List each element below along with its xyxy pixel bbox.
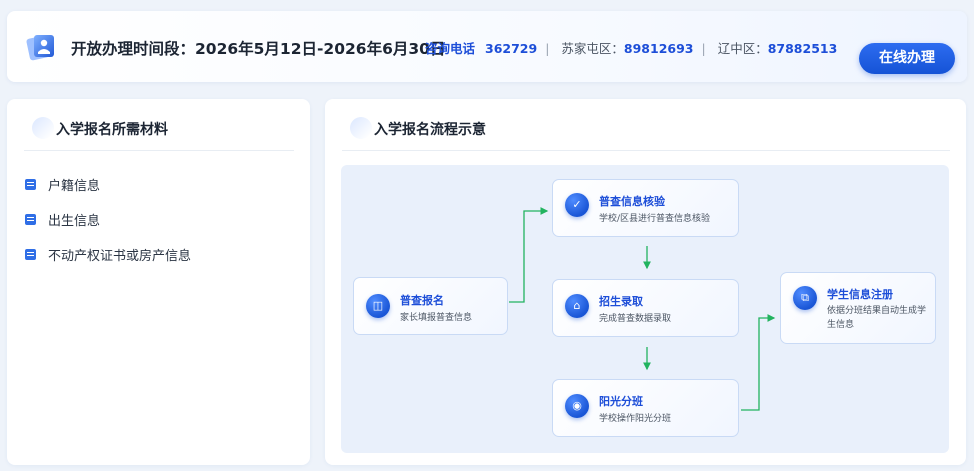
list-item: 户籍信息 [25, 167, 191, 202]
connector-assign-register [741, 314, 776, 411]
hotline-item: 362729 | [485, 41, 550, 56]
section-dot-icon [350, 117, 372, 139]
open-period-title: 开放办理时间段：2026年5月12日-2026年6月30日 [71, 40, 446, 58]
materials-header: 入学报名所需材料 [24, 115, 294, 151]
flow-node-register: ⧉ 学生信息注册 依据分班结果自动生成学生信息 [780, 272, 936, 344]
document-clip-icon [26, 35, 54, 61]
flow-node-signup: ◫ 普查报名 家长填报普查信息 [353, 277, 508, 335]
materials-card: 入学报名所需材料 户籍信息 出生信息 不动产权证书或房产信息 [7, 99, 310, 465]
hotline-label: 咨询电话 [425, 41, 476, 56]
materials-list: 户籍信息 出生信息 不动产权证书或房产信息 [25, 167, 191, 272]
flow-node-assign: ◉ 阳光分班 学校操作阳光分班 [552, 379, 739, 437]
section-dot-icon [32, 117, 54, 139]
group-icon: ◉ [565, 394, 589, 418]
hotline-item: 苏家屯区：89812693 | [561, 41, 706, 56]
list-item: 不动产权证书或房产信息 [25, 237, 191, 272]
hotline-item: 辽中区：87882513| [717, 41, 837, 56]
document-icon [25, 214, 36, 225]
flow-card: 入学报名流程示意 ◫ 普查报名 家长填报普查信息 ✓ 普查信息核验 学校/区县进… [325, 99, 966, 465]
signup-icon: ◫ [366, 294, 390, 318]
hotline-marquee: 咨询电话 362729 | 苏家屯区：89812693 | 辽中区：87882513… [425, 38, 837, 58]
flow-header: 入学报名流程示意 [342, 115, 950, 151]
online-apply-button[interactable]: 在线办理 [859, 43, 955, 74]
document-icon [25, 249, 36, 260]
flow-diagram: ◫ 普查报名 家长填报普查信息 ✓ 普查信息核验 学校/区县进行普查信息核验 ⌂… [341, 165, 949, 453]
flow-node-admit: ⌂ 招生录取 完成普查数据录取 [552, 279, 739, 337]
flow-title: 入学报名流程示意 [374, 122, 486, 138]
flow-node-verify: ✓ 普查信息核验 学校/区县进行普查信息核验 [552, 179, 739, 237]
list-item: 出生信息 [25, 202, 191, 237]
check-icon: ✓ [565, 193, 589, 217]
materials-title: 入学报名所需材料 [56, 122, 168, 138]
document-icon [25, 179, 36, 190]
home-icon: ⌂ [565, 294, 589, 318]
connector-signup-verify [509, 207, 549, 303]
notice-banner: 开放办理时间段：2026年5月12日-2026年6月30日 咨询电话 36272… [7, 11, 967, 82]
register-icon: ⧉ [793, 286, 817, 310]
hotline-track: 362729| 苏家屯区：89812693| 辽中区：87882513| 新 [485, 38, 837, 57]
